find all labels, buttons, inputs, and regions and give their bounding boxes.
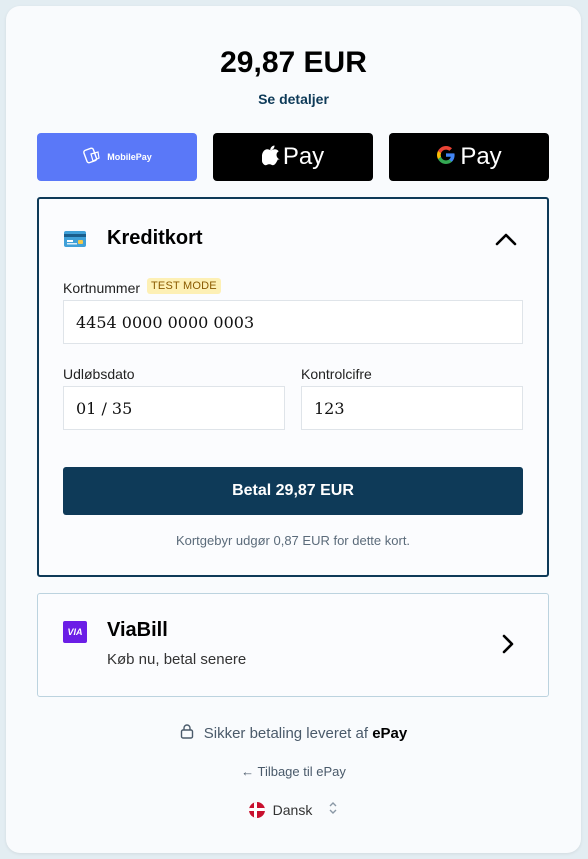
- see-details-link[interactable]: Se detaljer: [6, 91, 581, 107]
- viabill-subtitle: Køb nu, betal senere: [107, 651, 247, 668]
- viabill-logo: VIA: [63, 621, 87, 643]
- google-g-icon: [436, 145, 456, 170]
- applepay-label: Pay: [282, 143, 325, 170]
- expiry-label: Udløbsdato: [63, 366, 135, 382]
- back-to-epay-link[interactable]: ← Tilbage til ePay: [6, 764, 581, 779]
- card-fee-note: Kortgebyr udgør 0,87 EUR for dette kort.: [175, 533, 411, 548]
- credit-card-icon: [63, 229, 87, 254]
- googlepay-label: Pay: [460, 143, 502, 170]
- cvc-label: Kontrolcifre: [301, 366, 372, 382]
- viabill-title: ViaBill: [107, 619, 168, 641]
- googlepay-button[interactable]: Pay: [389, 133, 549, 181]
- language-label: Dansk: [272, 801, 313, 818]
- expiry-input[interactable]: 01 / 35: [63, 386, 285, 430]
- language-selector[interactable]: Dansk: [6, 801, 581, 818]
- credit-card-title: Kreditkort: [107, 227, 203, 249]
- apple-icon: [261, 144, 280, 171]
- card-number-label: Kortnummer: [63, 280, 141, 296]
- mobilepay-icon: [82, 146, 102, 168]
- pay-button[interactable]: Betal 29,87 EUR: [63, 467, 523, 515]
- lock-icon: [180, 723, 194, 743]
- denmark-flag-icon: [248, 801, 265, 818]
- chevron-updown-icon: [328, 801, 338, 818]
- secure-payment-note: Sikker betaling leveret af ePay: [6, 723, 581, 743]
- total-amount: 29,87 EUR: [220, 46, 367, 79]
- mobilepay-button[interactable]: MobilePay: [37, 133, 197, 181]
- cvc-input[interactable]: 123: [301, 386, 523, 430]
- viabill-option[interactable]: VIA ViaBill Køb nu, betal senere: [37, 593, 549, 697]
- chevron-up-icon[interactable]: [495, 232, 517, 251]
- epay-brand: ePay: [372, 724, 408, 742]
- applepay-button[interactable]: Pay: [213, 133, 373, 181]
- chevron-right-icon: [502, 634, 514, 659]
- secure-text: Sikker betaling leveret af: [203, 724, 369, 742]
- mobilepay-label: MobilePay: [107, 152, 152, 162]
- test-mode-badge: TEST MODE: [147, 278, 221, 294]
- checkout-card: 29,87 EUR Se detaljer MobilePay Pay Pay …: [6, 6, 581, 853]
- credit-card-section: Kreditkort Kortnummer TEST MODE 4454 000…: [37, 197, 549, 577]
- card-number-input[interactable]: 4454 0000 0000 0003: [63, 300, 523, 344]
